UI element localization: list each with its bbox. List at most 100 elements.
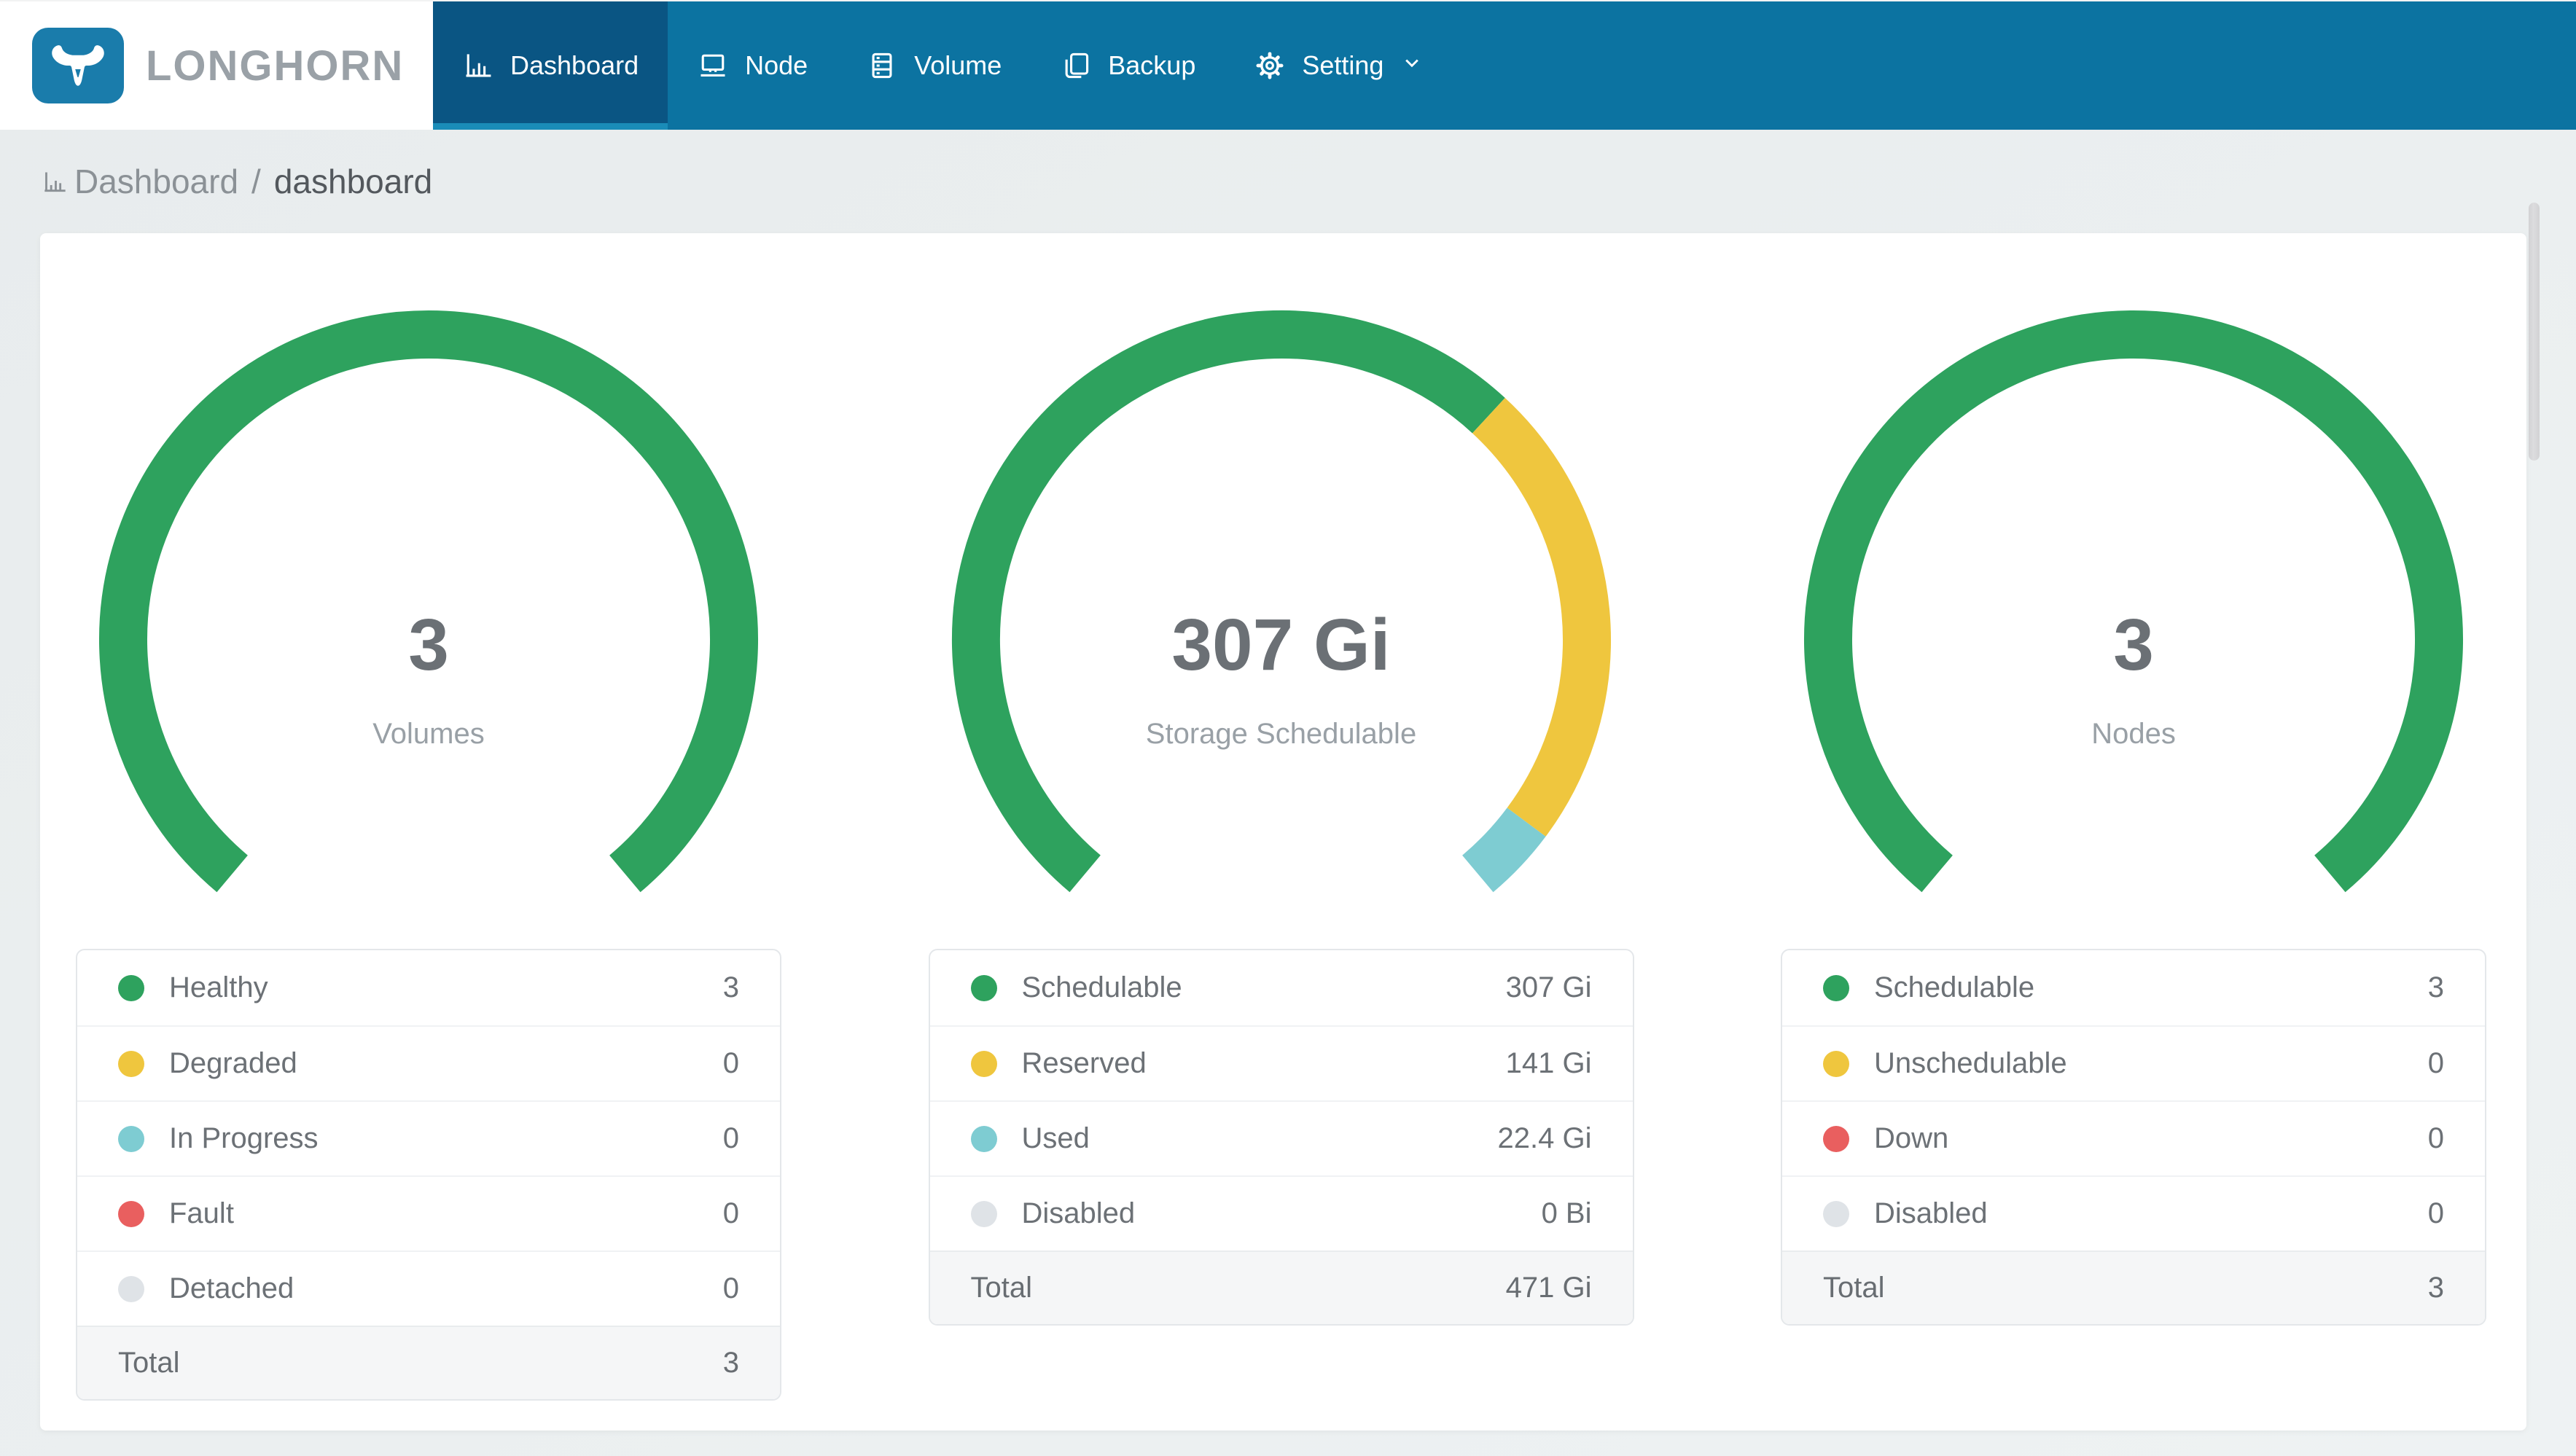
nav-tab-label: Node: [745, 50, 808, 80]
breadcrumb-root-link[interactable]: Dashboard: [74, 162, 238, 201]
dashboard-summary-card: 3 Volumes Healthy 3 Degraded 0 In Progress 0 F…: [40, 233, 2526, 1430]
nav-tab-dashboard[interactable]: Dashboard: [433, 1, 668, 130]
nav-tab-backup[interactable]: Backup: [1031, 1, 1225, 130]
legend-color-dot: [1823, 1200, 1849, 1227]
legend-value: 3: [2427, 971, 2444, 1003]
legend-label: Schedulable: [1874, 971, 2035, 1003]
breadcrumb-current-page: dashboard: [273, 163, 433, 200]
longhorn-dashboard-page: LONGHORN Dashboard Node Volume Backup Se…: [0, 0, 2576, 1456]
volumes-legend-card: Healthy 3 Degraded 0 In Progress 0 Fault 0 Detac…: [76, 949, 781, 1401]
gauge-label: Nodes: [2091, 718, 2176, 750]
breadcrumb-separator: /: [251, 163, 261, 200]
brand-logo[interactable]: LONGHORN: [0, 1, 433, 130]
legend-row: Schedulable 307 Gi: [930, 950, 1633, 1025]
bar-chart-icon: [41, 167, 70, 196]
nav-tab-label: Backup: [1108, 50, 1196, 80]
legend-value: 0: [2427, 1197, 2444, 1229]
legend-color-dot: [118, 1200, 144, 1227]
nav-tab-volume[interactable]: Volume: [837, 1, 1031, 130]
gauge-segment: [1461, 807, 1546, 893]
total-value: 471 Gi: [1505, 1272, 1592, 1304]
legend-label: Schedulable: [1021, 971, 1182, 1003]
legend-label: In Progress: [169, 1122, 319, 1154]
legend-color-dot: [118, 1050, 144, 1077]
legend-label: Unschedulable: [1874, 1047, 2067, 1079]
nodes-gauge-chart: 3 Nodes: [1791, 272, 2476, 913]
legend-color-dot: [1823, 1125, 1849, 1152]
nav-tab-node[interactable]: Node: [668, 1, 837, 130]
legend-color-dot: [118, 1275, 144, 1302]
legend-value: 0 Bi: [1541, 1197, 1592, 1229]
nav-tab-label: Setting: [1302, 50, 1384, 80]
legend-row: Degraded 0: [77, 1025, 780, 1100]
nodes-chart-column: 3 Nodes Schedulable 3 Unschedulable 0 Down 0 D…: [1781, 233, 2486, 1326]
legend-value: 3: [722, 971, 739, 1003]
legend-row: Fault 0: [77, 1175, 780, 1250]
legend-row: Down 0: [1782, 1100, 2485, 1175]
total-label: Total: [970, 1272, 1033, 1304]
volumes-gauge-chart: 3 Volumes: [86, 272, 771, 913]
laptop-icon: [697, 50, 729, 82]
total-label: Total: [118, 1347, 180, 1379]
server-icon: [866, 50, 898, 82]
legend-label: Fault: [169, 1197, 234, 1229]
longhorn-bull-icon: [32, 28, 124, 103]
legend-row: Detached 0: [77, 1250, 780, 1326]
total-label: Total: [1823, 1272, 1885, 1304]
chevron-down-icon: [1400, 50, 1424, 82]
legend-label: Degraded: [169, 1047, 297, 1079]
legend-color-dot: [118, 1125, 144, 1152]
breadcrumb: Dashboard / dashboard: [0, 130, 432, 233]
volumes-chart-column: 3 Volumes Healthy 3 Degraded 0 In Progress 0 F…: [76, 233, 781, 1401]
legend-color-dot: [970, 1125, 997, 1152]
legend-total-row: Total 3: [77, 1326, 780, 1399]
legend-row: Used 22.4 Gi: [929, 1100, 1633, 1175]
gauge-center-text: 307 Gi Storage Schedulable: [939, 601, 1624, 751]
legend-row: Disabled 0 Bi: [929, 1175, 1633, 1250]
storage-gauge-chart: 307 Gi Storage Schedulable: [939, 272, 1624, 913]
bar-chart-icon: [462, 50, 494, 82]
vertical-scrollbar-thumb[interactable]: [2529, 203, 2540, 461]
legend-label: Healthy: [169, 971, 268, 1003]
nav-tab-setting[interactable]: Setting: [1225, 1, 1453, 130]
legend-row: Reserved 141 Gi: [929, 1025, 1633, 1100]
legend-row: Healthy 3: [77, 950, 780, 1025]
legend-row: Unschedulable 0: [1782, 1025, 2485, 1100]
legend-row: In Progress 0: [77, 1100, 780, 1175]
legend-value: 307 Gi: [1505, 971, 1592, 1003]
legend-label: Reserved: [1021, 1047, 1147, 1079]
legend-color-dot: [970, 1050, 997, 1077]
gauge-value: 3: [408, 604, 449, 686]
nav-tab-label: Dashboard: [510, 50, 639, 80]
legend-value: 0: [2427, 1047, 2444, 1079]
legend-value: 0: [2427, 1122, 2444, 1154]
gauge-value: 307 Gi: [1171, 604, 1391, 686]
total-value: 3: [722, 1347, 739, 1379]
brand-name: LONGHORN: [146, 42, 405, 90]
gauge-center-text: 3 Volumes: [86, 601, 771, 751]
legend-color-dot: [1823, 974, 1849, 1001]
gauge-center-text: 3 Nodes: [1791, 601, 2476, 751]
legend-label: Used: [1021, 1122, 1090, 1154]
copy-icon: [1060, 50, 1092, 82]
total-value: 3: [2427, 1272, 2444, 1304]
legend-value: 141 Gi: [1505, 1047, 1592, 1079]
legend-label: Down: [1874, 1122, 1949, 1154]
storage-chart-column: 307 Gi Storage Schedulable Schedulable 30…: [928, 233, 1634, 1326]
legend-value: 0: [722, 1197, 739, 1229]
legend-color-dot: [970, 974, 997, 1001]
legend-row: Disabled 0: [1782, 1175, 2485, 1250]
legend-total-row: Total 3: [1782, 1250, 2485, 1324]
gear-icon: [1254, 50, 1286, 82]
legend-value: 0: [722, 1047, 739, 1079]
legend-color-dot: [970, 1200, 997, 1227]
top-nav-bar: LONGHORN Dashboard Node Volume Backup Se…: [0, 0, 2576, 130]
active-tab-indicator: [433, 123, 668, 130]
nodes-legend-card: Schedulable 3 Unschedulable 0 Down 0 Disabled 0…: [1781, 949, 2486, 1326]
nav-tab-label: Volume: [914, 50, 1002, 80]
legend-label: Disabled: [1021, 1197, 1136, 1229]
legend-value: 22.4 Gi: [1497, 1122, 1592, 1154]
legend-value: 0: [722, 1122, 739, 1154]
legend-color-dot: [118, 974, 144, 1001]
legend-total-row: Total 471 Gi: [929, 1250, 1633, 1324]
